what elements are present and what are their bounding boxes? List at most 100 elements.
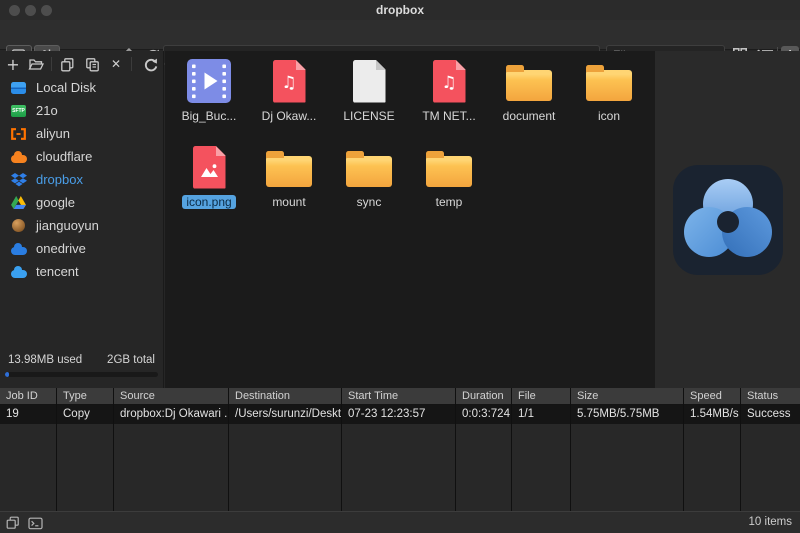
file-item-folder[interactable]: temp <box>409 142 489 228</box>
column-file: File 1/1 <box>512 388 570 511</box>
sidebar-item-tencent[interactable]: tencent <box>0 260 163 283</box>
cell-duration[interactable]: 0:0:3:724 <box>456 405 511 424</box>
copy-button[interactable] <box>57 53 77 75</box>
cell-size[interactable]: 5.75MB/5.75MB <box>571 405 683 424</box>
file-label: Dj Okaw... <box>262 109 317 123</box>
cloud-app-logo <box>673 165 783 275</box>
file-item-audio[interactable]: ♫ Dj Okaw... <box>249 56 329 142</box>
app-window: dropbox ← → ↑ <box>0 0 800 533</box>
cell-type[interactable]: Copy <box>57 405 113 424</box>
storage-progress-bar <box>5 372 158 377</box>
cell-status[interactable]: Success <box>741 405 800 424</box>
column-start-time: Start Time 07-23 12:23:57 <box>342 388 455 511</box>
column-header[interactable]: Start Time <box>342 388 455 405</box>
cell-start-time[interactable]: 07-23 12:23:57 <box>342 405 455 424</box>
file-label: LICENSE <box>343 109 394 123</box>
file-label: mount <box>272 195 305 209</box>
onedrive-icon <box>10 241 27 257</box>
paste-icon <box>85 57 100 72</box>
paste-button[interactable] <box>82 53 102 75</box>
sidebar-item-aliyun[interactable]: aliyun <box>0 122 163 145</box>
cell-job-id[interactable]: 19 <box>0 405 56 424</box>
sidebar-item-dropbox[interactable]: dropbox <box>0 168 163 191</box>
column-source: Source dropbox:Dj Okawari ... <box>114 388 228 511</box>
column-duration: Duration 0:0:3:724 <box>456 388 511 511</box>
file-grid: Big_Buc... ♫ Dj Okaw... LICENSE ♫ TM NET… <box>169 56 651 228</box>
sftp-icon: SFTP <box>10 103 27 119</box>
folder-icon <box>586 56 632 106</box>
delete-button[interactable]: ✕ <box>106 53 126 75</box>
tencent-icon <box>10 264 27 280</box>
column-destination: Destination /Users/surunzi/Deskt... <box>229 388 341 511</box>
sidebar-item-onedrive[interactable]: onedrive <box>0 237 163 260</box>
column-header[interactable]: Speed <box>684 388 740 405</box>
column-header[interactable]: Status <box>741 388 800 405</box>
column-job-id: Job ID 19 <box>0 388 56 511</box>
file-item-folder[interactable]: mount <box>249 142 329 228</box>
image-file-icon <box>193 142 226 192</box>
storage-total-label: 2GB total <box>107 354 155 366</box>
add-connection-button[interactable]: + <box>3 53 23 75</box>
terminal-button[interactable] <box>27 516 43 530</box>
file-item-document[interactable]: LICENSE <box>329 56 409 142</box>
column-header[interactable]: Size <box>571 388 683 405</box>
sidebar-item-local-disk[interactable]: Local Disk <box>0 76 163 99</box>
info-panel <box>655 51 800 388</box>
column-header[interactable]: Type <box>57 388 113 405</box>
cell-file[interactable]: 1/1 <box>512 405 570 424</box>
sidebar-toolbar-separator-2 <box>131 57 132 71</box>
column-header[interactable]: Job ID <box>0 388 56 405</box>
transfers-table: Job ID 19 Type Copy Source dropbox:Dj Ok… <box>0 388 800 511</box>
column-header[interactable]: Destination <box>229 388 341 405</box>
jobs-panel-button[interactable] <box>5 516 21 530</box>
storage-usage: 13.98MB used 2GB total <box>0 354 163 377</box>
google-drive-icon <box>10 195 27 211</box>
file-browser: Big_Buc... ♫ Dj Okaw... LICENSE ♫ TM NET… <box>165 51 655 388</box>
cell-destination[interactable]: /Users/surunzi/Deskt... <box>229 405 341 424</box>
storage-used-label: 13.98MB used <box>8 354 82 366</box>
file-item-folder[interactable]: document <box>489 56 569 142</box>
status-bar: 10 items <box>0 511 800 533</box>
file-item-folder[interactable]: sync <box>329 142 409 228</box>
jianguoyun-icon <box>10 218 27 234</box>
file-label-selected: icon.png <box>182 195 235 209</box>
sidebar-item-jianguoyun[interactable]: jianguoyun <box>0 214 163 237</box>
copy-icon <box>60 57 75 72</box>
cell-speed[interactable]: 1.54MB/s <box>684 405 740 424</box>
stacked-windows-icon <box>6 516 20 530</box>
file-label: sync <box>357 195 382 209</box>
file-item-video[interactable]: Big_Buc... <box>169 56 249 142</box>
video-file-icon <box>187 56 231 106</box>
sidebar-item-google[interactable]: google <box>0 191 163 214</box>
sidebar-refresh-button[interactable] <box>140 53 160 75</box>
column-header[interactable]: Duration <box>456 388 511 405</box>
sidebar-item-21o[interactable]: SFTP 21o <box>0 99 163 122</box>
local-disk-icon <box>10 80 27 96</box>
sidebar-item-cloudflare[interactable]: cloudflare <box>0 145 163 168</box>
open-folder-button[interactable] <box>26 53 46 75</box>
sidebar-toolbar: + ✕ <box>0 53 164 77</box>
file-label: document <box>503 109 556 123</box>
file-item-audio[interactable]: ♫ TM NET... <box>409 56 489 142</box>
folder-icon <box>266 142 312 192</box>
main-toolbar: ← → ↑ <box>0 20 800 50</box>
folder-icon <box>346 142 392 192</box>
column-header[interactable]: File <box>512 388 570 405</box>
storage-progress-fill <box>5 372 9 377</box>
column-status: Status Success <box>741 388 800 511</box>
file-item-image-selected[interactable]: icon.png <box>169 142 249 228</box>
aliyun-icon <box>10 126 27 142</box>
folder-icon <box>506 56 552 106</box>
refresh-icon <box>143 57 158 72</box>
terminal-icon <box>28 517 43 530</box>
column-header[interactable]: Source <box>114 388 228 405</box>
title-bar: dropbox <box>0 0 800 20</box>
window-title: dropbox <box>0 0 800 20</box>
cell-source[interactable]: dropbox:Dj Okawari ... <box>114 405 228 424</box>
file-label: TM NET... <box>422 109 475 123</box>
sidebar-item-list: Local Disk SFTP 21o aliyun <box>0 76 163 283</box>
file-item-folder[interactable]: icon <box>569 56 649 142</box>
column-type: Type Copy <box>57 388 113 511</box>
column-size: Size 5.75MB/5.75MB <box>571 388 683 511</box>
folder-icon <box>426 142 472 192</box>
